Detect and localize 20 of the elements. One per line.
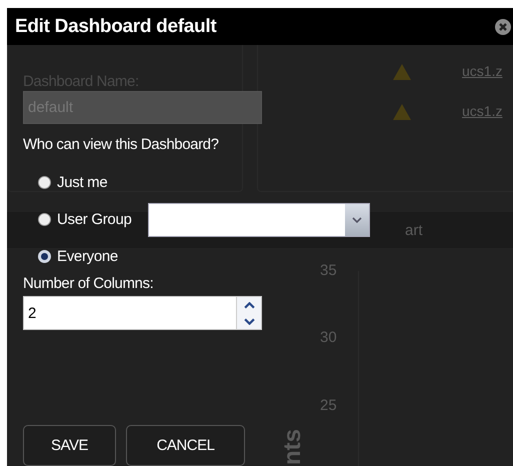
caret-icon (352, 216, 362, 222)
cancel-button[interactable]: CANCEL (126, 425, 245, 466)
axis-tick-label: 30 (320, 329, 337, 346)
axis-tick-label: 25 (320, 397, 337, 414)
option-label: User Group (57, 211, 132, 228)
field-label: Number of Columns: (23, 275, 154, 293)
warning-icon (392, 103, 412, 121)
warning-icon (392, 63, 412, 81)
columns-spinner[interactable]: 2 (23, 296, 262, 330)
radio-button[interactable] (38, 250, 51, 263)
axis-label: nts (279, 429, 307, 465)
close-icon[interactable] (495, 18, 511, 34)
dialog-title: Edit Dashboard default (15, 16, 216, 38)
option-label: Just me (57, 174, 108, 191)
save-button[interactable]: SAVE (23, 425, 116, 466)
chart-title: art (405, 222, 423, 239)
axis-tick-label: 35 (320, 262, 337, 279)
radio-button[interactable] (38, 176, 51, 189)
question-label: Who can view this Dashboard? (23, 136, 219, 154)
option-label: Everyone (57, 248, 118, 265)
